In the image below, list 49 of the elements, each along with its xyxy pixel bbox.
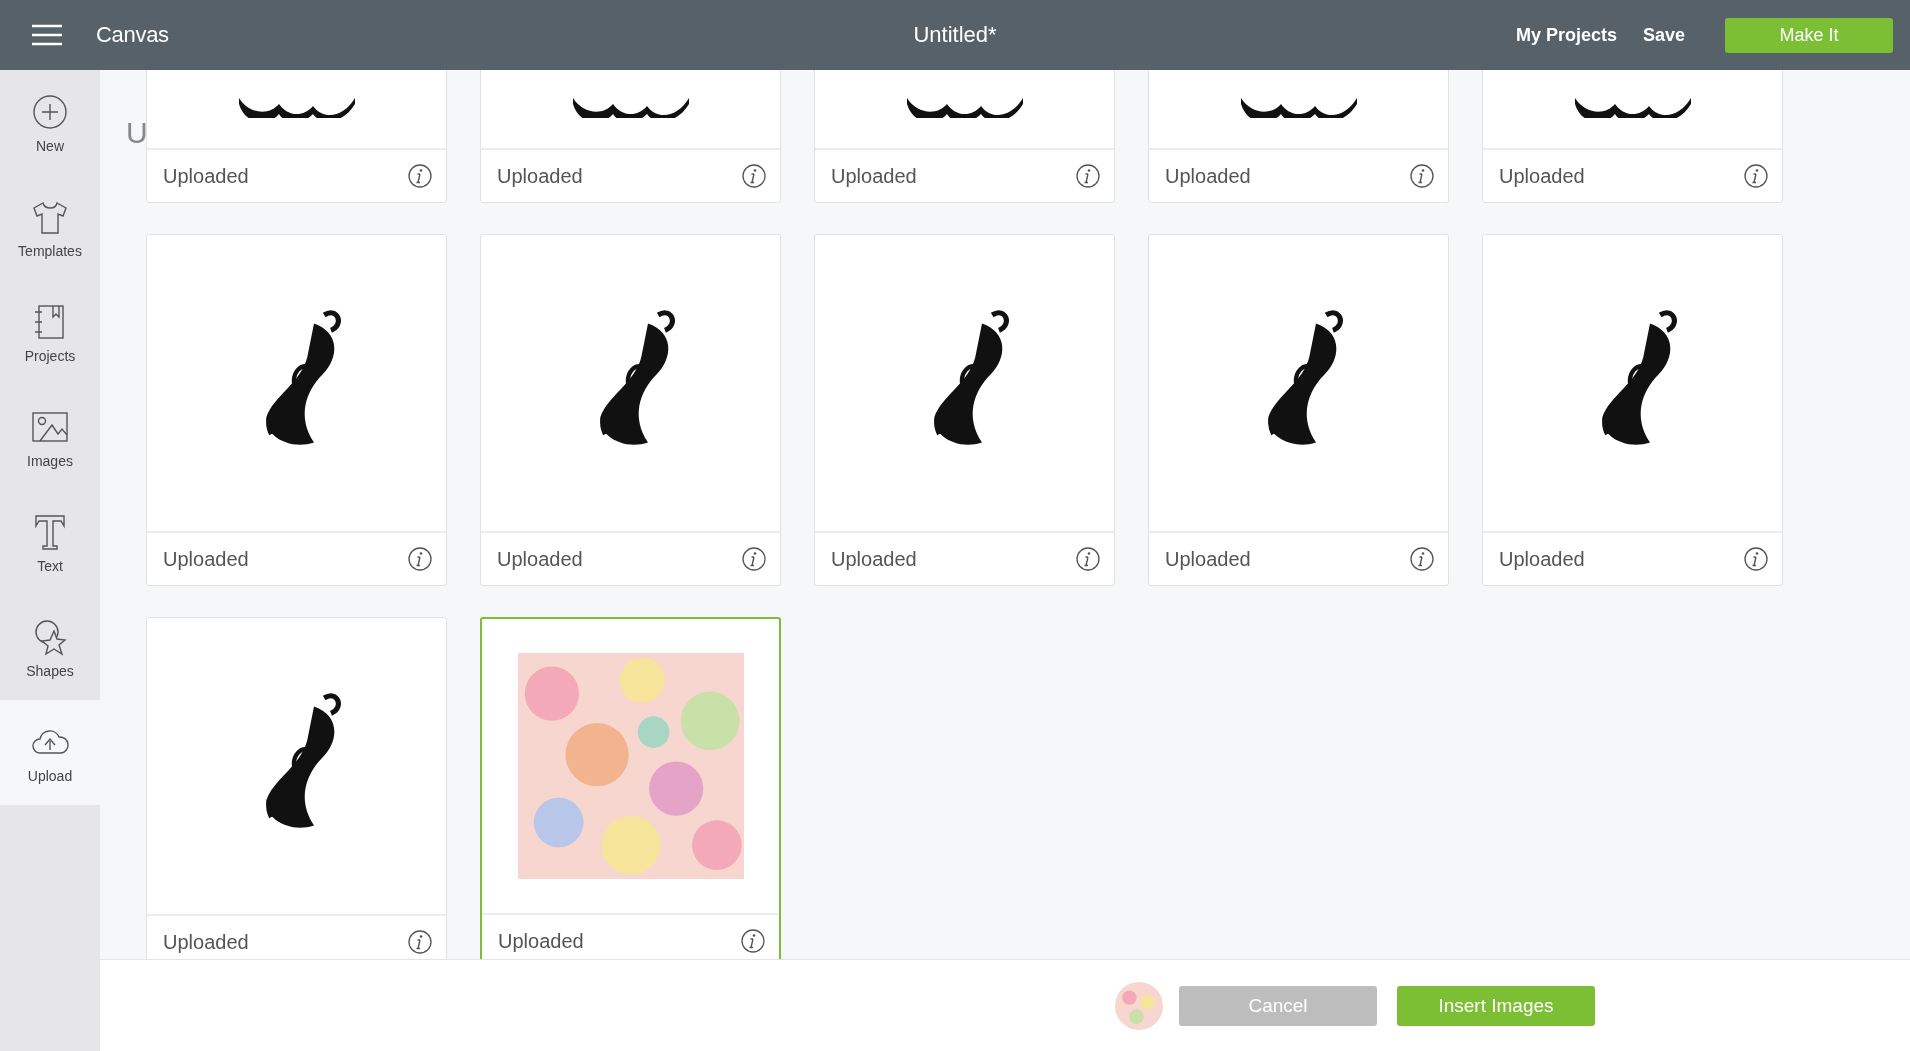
info-icon[interactable] [408,930,432,954]
image-tile[interactable]: Uploaded [146,234,447,586]
sidebar-item[interactable]: Images [0,385,100,490]
tile-label: Uploaded [1499,164,1585,188]
tile-label: Uploaded [1165,164,1251,188]
app-title: Canvas [96,22,169,48]
tile-label: Uploaded [163,547,249,571]
tile-label: Uploaded [163,164,249,188]
info-icon[interactable] [408,164,432,188]
tile-label: Uploaded [163,930,249,954]
image-tile[interactable]: Uploaded [1148,70,1449,203]
header-link[interactable]: My Projects [1515,24,1617,46]
tile-label: Uploaded [497,547,583,571]
sidebar-item[interactable]: Projects [0,280,100,385]
info-icon[interactable] [1410,164,1434,188]
image-tile[interactable]: Uploaded [146,70,447,203]
image-tile[interactable]: Uploaded [1482,70,1783,203]
info-icon[interactable] [1076,547,1100,571]
info-icon[interactable] [742,547,766,571]
tile-label: Uploaded [1165,547,1251,571]
header-link[interactable]: Save [1642,24,1685,46]
sidebar-item[interactable]: Templates [0,175,100,280]
sidebar-item[interactable]: Text [0,490,100,595]
info-icon[interactable] [408,547,432,571]
tile-label: Uploaded [498,929,584,953]
image-tile[interactable]: Uploaded [146,617,447,959]
tile-label: Uploaded [831,164,917,188]
image-tile[interactable]: Uploaded [1482,234,1783,586]
image-tile[interactable]: Uploaded [814,70,1115,203]
sidebar-item[interactable]: Upload [0,700,100,805]
sidebar-item[interactable]: Shapes [0,595,100,700]
tile-label: Uploaded [1499,547,1585,571]
image-tile[interactable]: Uploaded [480,234,781,586]
image-tile[interactable]: Uploaded [480,70,781,203]
info-icon[interactable] [1410,547,1434,571]
image-tile[interactable]: Uploaded [480,617,781,959]
info-icon[interactable] [741,929,765,953]
tile-label: Uploaded [497,164,583,188]
document-title: Untitled* [913,22,997,48]
tile-label: Uploaded [831,547,917,571]
info-icon[interactable] [1076,164,1100,188]
sidebar-item[interactable]: New [0,70,100,175]
section-heading: U [126,116,148,150]
image-tile[interactable]: Uploaded [814,234,1115,586]
menu-icon[interactable] [32,24,62,46]
image-tile[interactable]: Uploaded [1148,234,1449,586]
info-icon[interactable] [742,164,766,188]
info-icon[interactable] [1744,547,1768,571]
info-icon[interactable] [1744,164,1768,188]
